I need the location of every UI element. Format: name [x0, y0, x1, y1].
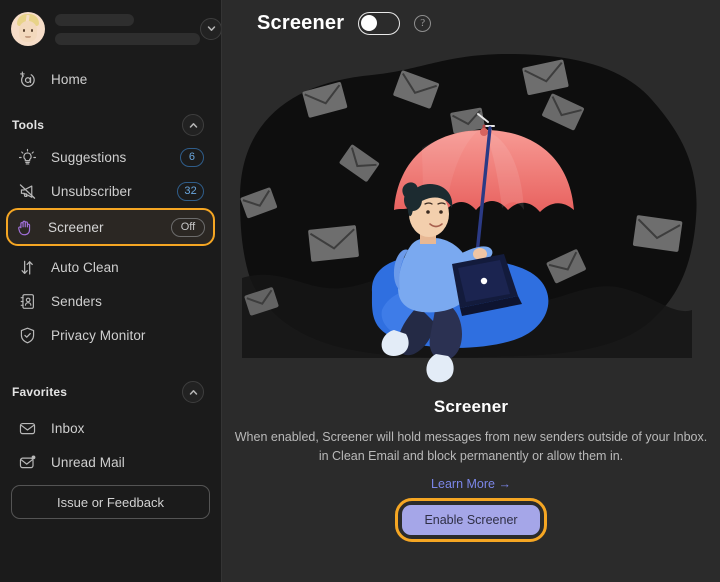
sidebar-item-suggestions[interactable]: Suggestions 6 [9, 140, 212, 174]
address-book-icon [16, 290, 38, 312]
auto-clean-arrows-icon [16, 256, 38, 278]
sidebar-item-inbox[interactable]: Inbox [9, 411, 212, 445]
chevron-up-icon [189, 389, 197, 395]
section-header-favorites: Favorites [12, 377, 209, 407]
sidebar-item-label: Privacy Monitor [51, 327, 146, 343]
question-mark-icon[interactable]: ? [414, 14, 432, 32]
suggestions-count-badge: 6 [180, 147, 204, 167]
sidebar: Home Tools Suggestions 6 Unsubscriber 32… [0, 0, 222, 582]
sidebar-item-privacy-monitor[interactable]: Privacy Monitor [9, 318, 212, 352]
illustration [222, 48, 720, 393]
unsubscriber-count-badge: 32 [177, 181, 204, 201]
account-name-redacted-bar [55, 13, 134, 26]
card-description-line2: in Clean Email and block permanently or … [318, 449, 624, 463]
chevron-up-icon [189, 122, 197, 128]
envelope-icon [308, 225, 359, 262]
sidebar-item-label: Unsubscriber [51, 183, 132, 199]
app-window: Home Tools Suggestions 6 Unsubscriber 32… [0, 0, 720, 582]
megaphone-off-icon [16, 180, 38, 202]
account-header[interactable] [0, 0, 221, 48]
sidebar-item-label: Screener [48, 219, 104, 235]
card-title: Screener [433, 397, 509, 416]
card-description-line1: When enabled, Screener will hold message… [234, 430, 708, 444]
at-sparkle-icon [16, 68, 38, 90]
sidebar-item-unread-mail[interactable]: Unread Mail [9, 445, 212, 479]
favorites-collapse-button[interactable] [182, 381, 204, 403]
card-description: When enabled, Screener will hold message… [222, 428, 720, 466]
sidebar-item-screener[interactable]: Screener Off [6, 208, 215, 246]
screener-state-badge: Off [171, 217, 205, 237]
lightbulb-icon [16, 146, 38, 168]
sidebar-item-unsubscriber[interactable]: Unsubscriber 32 [9, 174, 212, 208]
account-text-redacted [55, 13, 200, 45]
tools-collapse-button[interactable] [182, 114, 204, 136]
sidebar-item-home[interactable]: Home [9, 62, 212, 96]
page-title: Screener [257, 11, 345, 34]
sidebar-item-label: Home [51, 71, 88, 87]
avatar[interactable] [11, 11, 45, 46]
sidebar-item-senders[interactable]: Senders [9, 284, 212, 318]
screener-toggle-switch[interactable] [358, 11, 401, 35]
section-header-tools: Tools [12, 110, 209, 140]
sidebar-item-label: Inbox [51, 420, 85, 436]
hand-stop-icon [13, 216, 35, 238]
enable-screener-button[interactable]: Enable Screener [402, 505, 540, 535]
sidebar-item-label: Unread Mail [51, 454, 125, 470]
envelope-icon [632, 215, 683, 252]
person-with-umbrella-blocking-mail-illustration [240, 53, 697, 383]
sidebar-item-label: Auto Clean [51, 259, 119, 275]
account-email-redacted-bar [55, 32, 200, 45]
avatar-eye-left [23, 28, 25, 32]
issue-or-feedback-button[interactable]: Issue or Feedback [11, 485, 210, 519]
learn-more-link[interactable]: Learn More → [222, 477, 720, 491]
main-header: Screener ? [222, 0, 720, 46]
sidebar-item-label: Suggestions [51, 149, 127, 165]
sidebar-item-auto-clean[interactable]: Auto Clean [9, 250, 212, 284]
sidebar-item-label: Senders [51, 293, 102, 309]
avatar-eye-right [31, 28, 33, 32]
envelope-icon [16, 417, 38, 439]
shield-check-icon [16, 324, 38, 346]
section-title: Tools [12, 118, 45, 132]
section-title: Favorites [12, 385, 68, 399]
toggle-knob [361, 14, 378, 31]
main-content: Screener ? Screener When enabled, Screen… [222, 0, 720, 582]
avatar-face [19, 20, 37, 42]
chevron-down-icon [207, 26, 215, 31]
cta-annotation-ring: Enable Screener [395, 498, 547, 542]
cta-container: Enable Screener [222, 498, 720, 542]
avatar-mouth [25, 35, 31, 38]
envelope-dot-icon [16, 451, 38, 473]
account-dropdown-button[interactable] [200, 17, 221, 40]
